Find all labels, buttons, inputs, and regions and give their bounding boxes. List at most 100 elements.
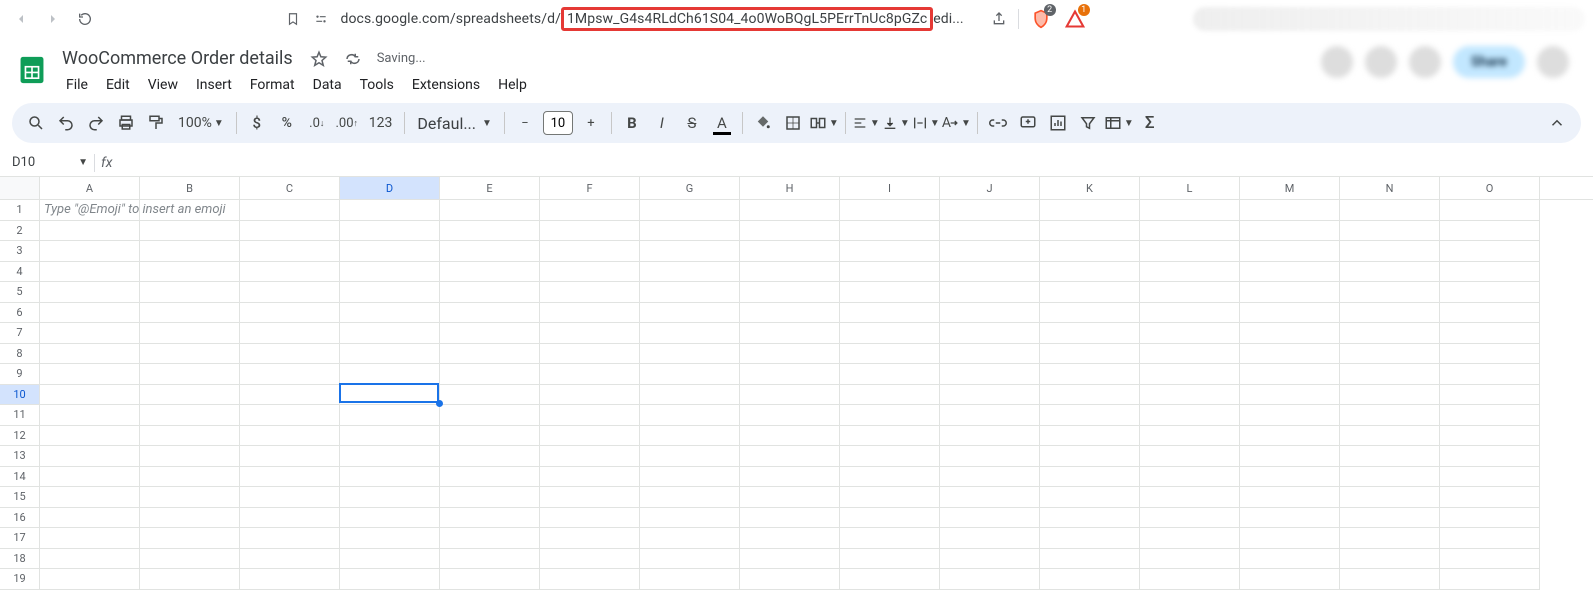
- cell[interactable]: [440, 549, 540, 570]
- cell[interactable]: [1240, 282, 1340, 303]
- cell[interactable]: [1340, 282, 1440, 303]
- row-header[interactable]: 10: [0, 385, 40, 406]
- cell[interactable]: [1040, 405, 1140, 426]
- cell[interactable]: [140, 508, 240, 529]
- cell[interactable]: [1340, 549, 1440, 570]
- column-header[interactable]: N: [1340, 177, 1440, 199]
- cell[interactable]: [340, 221, 440, 242]
- cell[interactable]: [940, 282, 1040, 303]
- cell[interactable]: [1140, 241, 1240, 262]
- site-settings-icon[interactable]: [312, 10, 330, 28]
- cell[interactable]: [140, 221, 240, 242]
- cell[interactable]: [140, 528, 240, 549]
- cell[interactable]: [440, 221, 540, 242]
- row-header[interactable]: 2: [0, 221, 40, 242]
- fill-color-icon[interactable]: [749, 109, 777, 137]
- insert-link-icon[interactable]: [984, 109, 1012, 137]
- cell[interactable]: [340, 200, 440, 221]
- cell[interactable]: [940, 221, 1040, 242]
- cell[interactable]: [640, 385, 740, 406]
- cell[interactable]: [1140, 569, 1240, 590]
- cell[interactable]: [640, 446, 740, 467]
- cell[interactable]: [40, 405, 140, 426]
- cell[interactable]: [740, 446, 840, 467]
- cell[interactable]: [1040, 323, 1140, 344]
- cell[interactable]: [840, 200, 940, 221]
- cell[interactable]: [140, 200, 240, 221]
- cell[interactable]: [40, 344, 140, 365]
- cell[interactable]: [440, 344, 540, 365]
- cell[interactable]: [440, 241, 540, 262]
- cell[interactable]: [440, 508, 540, 529]
- row-header[interactable]: 4: [0, 262, 40, 283]
- filter-views-icon[interactable]: ▼: [1104, 109, 1134, 137]
- cell[interactable]: [1440, 385, 1540, 406]
- text-rotation-icon[interactable]: A▼: [942, 109, 971, 137]
- cell[interactable]: [940, 323, 1040, 344]
- forward-button[interactable]: [40, 5, 66, 33]
- cell[interactable]: [240, 241, 340, 262]
- cell[interactable]: [1140, 364, 1240, 385]
- decrease-decimal-icon[interactable]: .0↓: [303, 109, 331, 137]
- cell[interactable]: Type "@Emoji" to insert an emoji: [40, 200, 140, 221]
- cell[interactable]: [240, 200, 340, 221]
- cell[interactable]: [940, 528, 1040, 549]
- star-icon[interactable]: [307, 47, 331, 71]
- cell[interactable]: [40, 487, 140, 508]
- cell[interactable]: [440, 446, 540, 467]
- cell[interactable]: [640, 528, 740, 549]
- brave-triangle-icon[interactable]: 1: [1063, 7, 1087, 31]
- borders-icon[interactable]: [779, 109, 807, 137]
- cell[interactable]: [1440, 241, 1540, 262]
- currency-icon[interactable]: $: [243, 109, 271, 137]
- cell[interactable]: [1340, 221, 1440, 242]
- formula-bar[interactable]: [112, 149, 1593, 176]
- cell[interactable]: [940, 467, 1040, 488]
- cell[interactable]: [840, 405, 940, 426]
- cell[interactable]: [940, 241, 1040, 262]
- text-wrap-icon[interactable]: ▼: [912, 109, 940, 137]
- cell[interactable]: [1140, 549, 1240, 570]
- column-header[interactable]: G: [640, 177, 740, 199]
- cell[interactable]: [240, 303, 340, 324]
- cell[interactable]: [1340, 385, 1440, 406]
- cell[interactable]: [740, 467, 840, 488]
- cell[interactable]: [40, 528, 140, 549]
- cell[interactable]: [440, 528, 540, 549]
- cell[interactable]: [40, 303, 140, 324]
- cell[interactable]: [1240, 221, 1340, 242]
- cell[interactable]: [1140, 508, 1240, 529]
- cell[interactable]: [1140, 426, 1240, 447]
- cell[interactable]: [240, 487, 340, 508]
- merge-cells-icon[interactable]: ▼: [809, 109, 839, 137]
- bookmark-icon[interactable]: [284, 10, 302, 28]
- cell[interactable]: [840, 426, 940, 447]
- share-button[interactable]: Share: [1453, 46, 1525, 78]
- cell[interactable]: [1440, 200, 1540, 221]
- cell[interactable]: [140, 282, 240, 303]
- address-bar[interactable]: docs.google.com/spreadsheets/d/1Mpsw_G4s…: [284, 7, 1086, 31]
- cell[interactable]: [840, 569, 940, 590]
- cell[interactable]: [740, 282, 840, 303]
- menu-help[interactable]: Help: [490, 73, 535, 97]
- cell[interactable]: [240, 528, 340, 549]
- menu-edit[interactable]: Edit: [98, 73, 138, 97]
- cloud-sync-icon[interactable]: [341, 47, 365, 71]
- cell[interactable]: [240, 282, 340, 303]
- cell[interactable]: [540, 569, 640, 590]
- redo-icon[interactable]: [82, 109, 110, 137]
- cell[interactable]: [940, 262, 1040, 283]
- cell[interactable]: [440, 282, 540, 303]
- row-header[interactable]: 9: [0, 364, 40, 385]
- back-button[interactable]: [8, 5, 34, 33]
- cell[interactable]: [1240, 467, 1340, 488]
- cell[interactable]: [340, 549, 440, 570]
- cell[interactable]: [440, 467, 540, 488]
- cell[interactable]: [640, 282, 740, 303]
- cell[interactable]: [640, 344, 740, 365]
- cell[interactable]: [940, 385, 1040, 406]
- cell[interactable]: [1040, 282, 1140, 303]
- cell[interactable]: [240, 364, 340, 385]
- cell[interactable]: [1040, 241, 1140, 262]
- decrease-font-icon[interactable]: −: [511, 109, 539, 137]
